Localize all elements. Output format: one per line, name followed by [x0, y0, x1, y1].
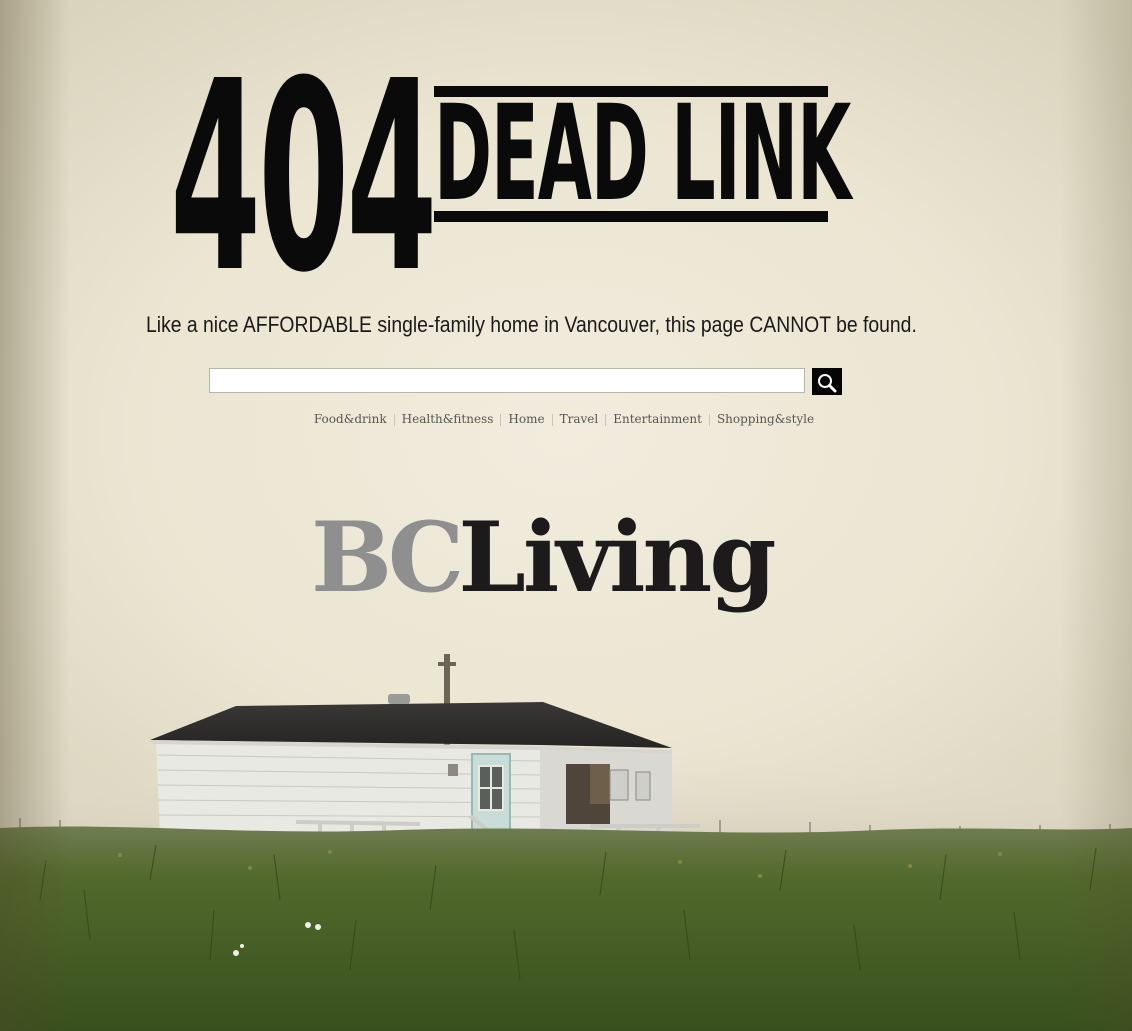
title-bar-bottom [434, 211, 828, 222]
nav-home[interactable]: Home [501, 412, 551, 426]
search-input[interactable] [209, 368, 805, 393]
search-icon [818, 374, 837, 393]
house-field-photo [0, 654, 1132, 1031]
logo-bc: BC [311, 501, 464, 614]
error-tagline: Like a nice AFFORDABLE single-family hom… [146, 312, 917, 337]
dead-link-text: DEAD LINK [434, 77, 851, 231]
nav-food-drink[interactable]: Food&drink [307, 412, 394, 426]
error-code: 404 [170, 25, 437, 330]
bcliving-logo[interactable]: BCLiving [311, 498, 776, 618]
search-form [209, 368, 843, 396]
dead-link-title: DEAD LINK [434, 86, 851, 226]
nav-entertainment[interactable]: Entertainment [606, 412, 709, 426]
logo-living: Living [458, 501, 776, 614]
nav-health-fitness[interactable]: Health&fitness [395, 412, 501, 426]
search-button[interactable] [812, 368, 842, 395]
nav-travel[interactable]: Travel [553, 412, 606, 426]
error-page: 404 DEAD LINK Like a nice AFFORDABLE sin… [0, 0, 1132, 1031]
category-nav: Food&drink Health&fitness Home Travel Entert… [284, 412, 844, 426]
nav-shopping-style[interactable]: Shopping&style [710, 412, 821, 426]
error-headline: 404 DEAD LINK [170, 25, 851, 330]
